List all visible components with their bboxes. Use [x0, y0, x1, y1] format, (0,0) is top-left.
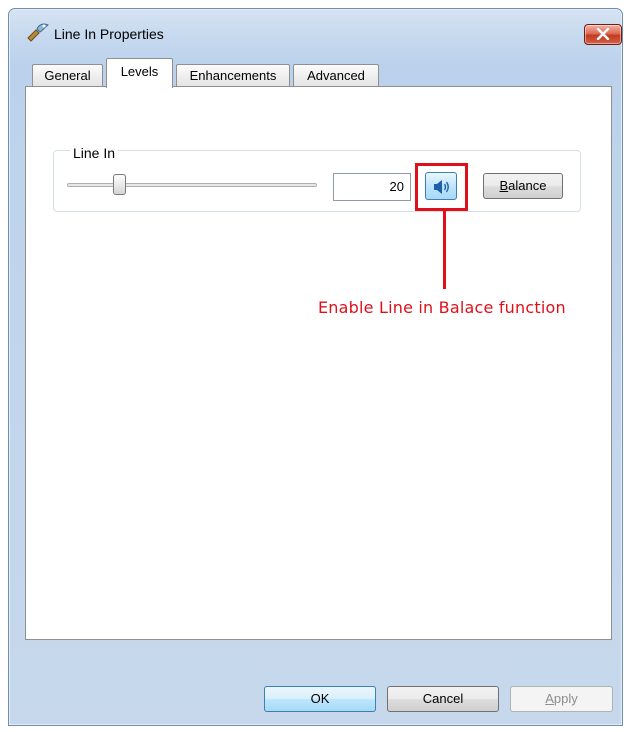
cancel-button[interactable]: Cancel	[387, 686, 499, 712]
volume-slider-track[interactable]	[67, 183, 317, 187]
close-icon	[596, 28, 610, 40]
annotation-pointer-line	[443, 211, 446, 289]
apply-mnemonic: A	[545, 691, 554, 706]
line-in-group-label: Line In	[70, 145, 119, 161]
tab-levels[interactable]: Levels	[106, 58, 173, 88]
balance-label: alance	[508, 178, 547, 193]
close-button[interactable]	[584, 24, 622, 45]
speaker-icon	[434, 180, 449, 194]
ok-button[interactable]: OK	[264, 686, 376, 712]
volume-value-field[interactable]: 20	[333, 173, 411, 201]
speaker-properties-icon	[26, 22, 49, 42]
tab-enhancements[interactable]: Enhancements	[176, 64, 290, 86]
apply-label: pply	[553, 691, 578, 706]
balance-mnemonic: B	[499, 178, 509, 193]
annotation-text: Enable Line in Balace function	[318, 298, 566, 317]
window-title: Line In Properties	[54, 26, 164, 42]
mute-button[interactable]	[425, 172, 457, 200]
tab-general[interactable]: General	[32, 64, 103, 86]
tab-advanced[interactable]: Advanced	[293, 64, 379, 86]
volume-slider-thumb[interactable]	[113, 174, 126, 195]
title-bar: Line In Properties	[8, 8, 622, 48]
apply-button[interactable]: Apply	[510, 686, 613, 712]
balance-button[interactable]: Balance	[483, 173, 563, 199]
